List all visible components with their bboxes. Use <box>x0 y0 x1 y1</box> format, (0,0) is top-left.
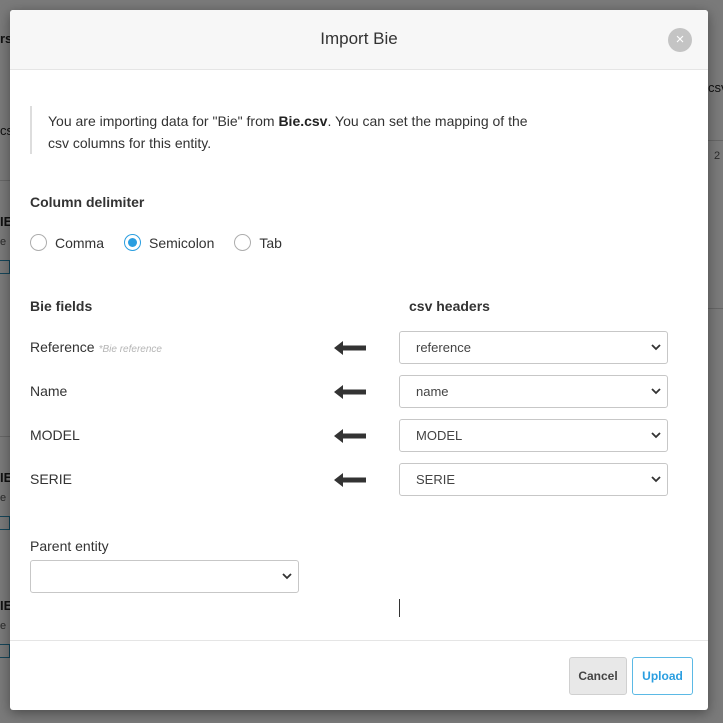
mapping-row-serie: SERIE SERIE <box>30 463 670 497</box>
modal-footer: Cancel Upload <box>10 640 708 710</box>
delimiter-options: Comma Semicolon Tab <box>30 234 302 251</box>
field-label: SERIE <box>30 471 73 487</box>
field-label: Reference <box>30 339 95 355</box>
select-value: name <box>416 384 449 399</box>
radio-tab[interactable]: Tab <box>234 234 282 251</box>
csv-headers-header: csv headers <box>409 298 490 314</box>
fields-header: Bie fields <box>30 298 93 314</box>
field-label: MODEL <box>30 427 80 443</box>
field-hint: *Bie reference <box>98 344 162 355</box>
field-name-name: Name <box>30 383 67 399</box>
select-value: SERIE <box>416 472 456 487</box>
mapping-row-reference: Reference *Bie reference reference <box>30 331 670 365</box>
csv-header-select-reference[interactable]: reference <box>399 331 668 364</box>
csv-header-select-model[interactable]: MODEL <box>399 419 668 452</box>
parent-entity-select[interactable] <box>30 560 299 593</box>
radio-comma-indicator[interactable] <box>30 234 47 251</box>
modal-title: Import Bie <box>320 29 398 48</box>
radio-comma[interactable]: Comma <box>30 234 104 251</box>
csv-header-select-serie[interactable]: SERIE <box>399 463 668 496</box>
import-info: You are importing data for "Bie" from Bi… <box>30 106 530 154</box>
radio-tab-indicator[interactable] <box>234 234 252 251</box>
radio-semicolon-indicator[interactable] <box>124 234 142 251</box>
radio-semicolon-label: Semicolon <box>149 234 215 251</box>
select-value: reference <box>416 340 471 355</box>
chevron-down-icon <box>651 388 661 395</box>
arrow-left-icon <box>334 473 366 487</box>
field-name-model: MODEL <box>30 427 80 443</box>
select-value: MODEL <box>416 428 463 443</box>
chevron-down-icon <box>651 476 661 483</box>
info-prefix: You are importing data for "Bie" from <box>48 113 279 129</box>
chevron-down-icon <box>651 344 661 351</box>
modal-header: Import Bie × <box>10 10 708 70</box>
field-label: Name <box>30 383 68 399</box>
import-modal: Import Bie × You are importing data for … <box>10 10 708 710</box>
mapping-row-name: Name name <box>30 375 670 409</box>
chevron-down-icon <box>651 432 661 439</box>
mapping-row-model: MODEL MODEL <box>30 419 670 453</box>
radio-semicolon[interactable]: Semicolon <box>124 234 214 251</box>
cancel-button[interactable]: Cancel <box>569 657 627 695</box>
radio-comma-label: Comma <box>55 234 105 251</box>
delimiter-label: Column delimiter <box>30 194 145 210</box>
upload-button[interactable]: Upload <box>632 657 693 695</box>
parent-entity-label: Parent entity <box>30 538 109 554</box>
arrow-left-icon <box>334 385 366 399</box>
field-name-reference: Reference *Bie reference <box>30 339 162 355</box>
csv-header-select-name[interactable]: name <box>399 375 668 408</box>
arrow-left-icon <box>334 341 366 355</box>
text-cursor <box>399 599 400 617</box>
arrow-left-icon <box>334 429 366 443</box>
close-icon[interactable]: × <box>668 28 692 52</box>
chevron-down-icon <box>282 573 292 580</box>
field-name-serie: SERIE <box>30 471 72 487</box>
radio-tab-label: Tab <box>259 234 282 251</box>
info-filename: Bie.csv <box>278 113 328 129</box>
